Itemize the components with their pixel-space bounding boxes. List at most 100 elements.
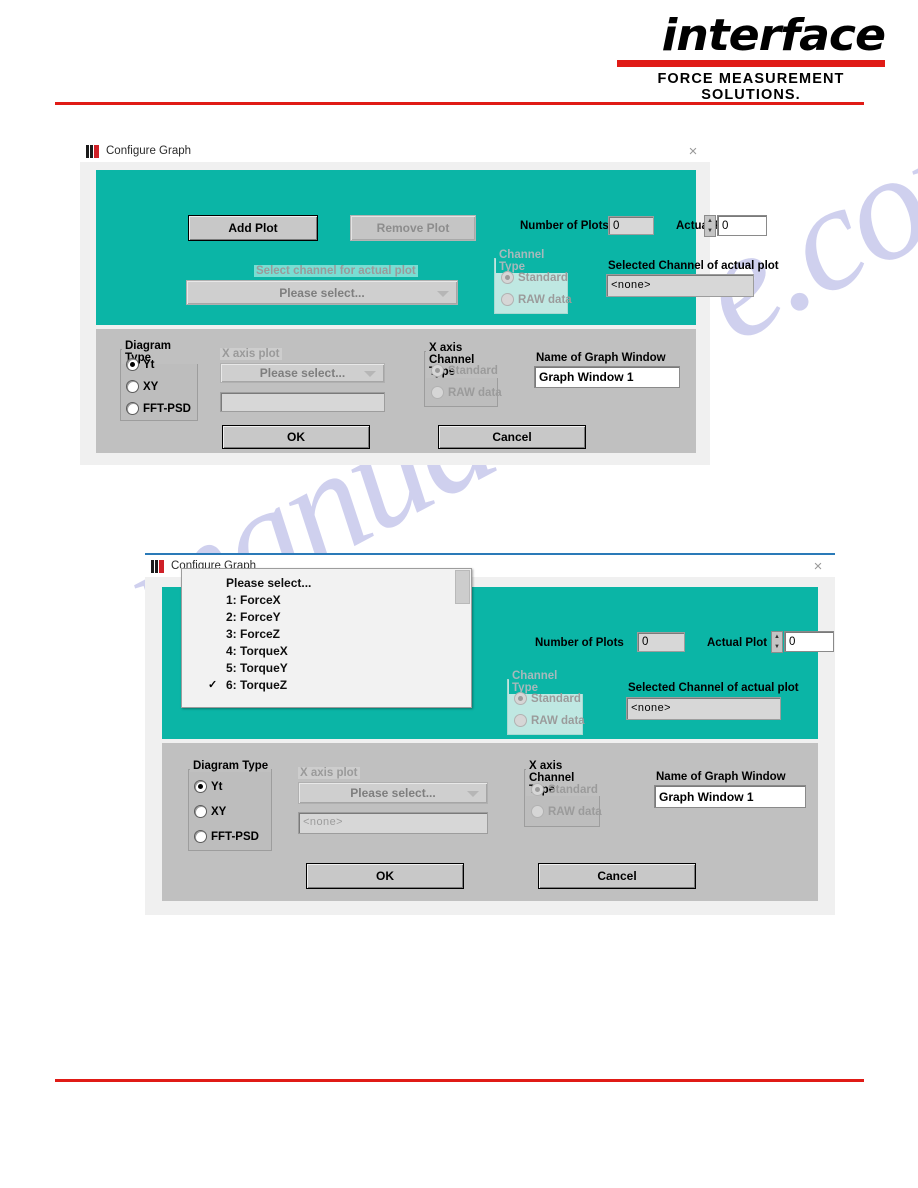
spinner-down-icon[interactable]: ▼ (772, 642, 782, 652)
selected-channel-label: Selected Channel of actual plot (628, 682, 799, 694)
channel-type-caption: Channel Type (509, 670, 583, 694)
dropdown-item[interactable]: 4: TorqueX (182, 642, 471, 659)
channel-type-standard-radio: Standard (501, 271, 568, 284)
x-axis-plot-combo: Please select... (298, 782, 488, 804)
diagram-type-fft-radio[interactable]: FFT-PSD (194, 830, 259, 843)
channel-type-standard-label: Standard (531, 692, 581, 705)
dropdown-item[interactable]: 2: ForceY (182, 608, 471, 625)
name-of-graph-window-input[interactable]: Graph Window 1 (534, 366, 680, 388)
radio-dot-icon (126, 402, 139, 415)
select-channel-combo-value: Please select... (279, 285, 365, 300)
chevron-down-icon (437, 290, 449, 297)
actual-plot-spinner[interactable]: ▲ ▼ (704, 215, 716, 237)
radio-dot-icon (431, 386, 444, 399)
remove-plot-button: Remove Plot (350, 215, 476, 241)
name-of-graph-window-label: Name of Graph Window (536, 352, 666, 364)
diagram-type-yt-radio[interactable]: Yt (126, 358, 155, 371)
diagram-type-group: Diagram Type Yt XY FFT-PSD (120, 340, 198, 421)
logo-tagline: FORCE MEASUREMENT SOLUTIONS. (657, 71, 845, 103)
footer-divider-rule (55, 1079, 864, 1082)
name-of-graph-window-label: Name of Graph Window (656, 771, 786, 783)
add-plot-button[interactable]: Add Plot (188, 215, 318, 241)
channel-type-standard-label: Standard (518, 271, 568, 284)
x-axis-channel-type-group: X axis Channel Type Standard RAW data (524, 760, 602, 827)
diagram-type-xy-label: XY (211, 805, 227, 818)
radio-dot-icon (194, 830, 207, 843)
dropdown-item[interactable]: Please select... (182, 574, 471, 591)
configure-graph-dialog-2: Configure Graph × Number of Plots 0 Actu… (145, 553, 835, 915)
check-icon: ✓ (208, 679, 218, 691)
diagram-type-fft-label: FFT-PSD (211, 830, 259, 843)
channel-type-raw-radio: RAW data (514, 714, 585, 727)
selected-channel-label: Selected Channel of actual plot (608, 260, 779, 272)
app-icon (151, 559, 164, 573)
radio-dot-icon (531, 805, 544, 818)
channel-type-raw-label: RAW data (531, 714, 585, 727)
chevron-down-icon (364, 371, 376, 377)
diagram-type-xy-radio[interactable]: XY (126, 380, 158, 393)
x-axis-plot-label: X axis plot (220, 348, 282, 360)
channel-type-raw-label: RAW data (518, 293, 572, 306)
actual-plot-value[interactable]: 0 (717, 215, 767, 236)
select-channel-label: Select channel for actual plot (254, 265, 418, 277)
dropdown-item[interactable]: 1: ForceX (182, 591, 471, 608)
diagram-type-fft-radio[interactable]: FFT-PSD (126, 402, 191, 415)
dropdown-item[interactable]: 3: ForceZ (182, 625, 471, 642)
cancel-button[interactable]: Cancel (538, 863, 696, 889)
selected-channel-value: <none> (626, 697, 781, 720)
channel-dropdown-popup[interactable]: Please select... 1: ForceX 2: ForceY 3: For… (181, 568, 472, 708)
x-axis-channel-value: <none> (298, 812, 488, 834)
radio-dot-icon (501, 271, 514, 284)
dropdown-scrollbar-thumb[interactable] (455, 570, 470, 604)
name-of-graph-window-input[interactable]: Graph Window 1 (654, 785, 806, 808)
dropdown-item-label: 3: ForceZ (226, 626, 281, 641)
spinner-up-icon[interactable]: ▲ (772, 632, 782, 642)
dropdown-item-label: 5: TorqueY (226, 660, 288, 675)
dialog1-settings-panel: Diagram Type Yt XY FFT-PSD X axis plot P… (96, 329, 696, 453)
spinner-up-icon[interactable]: ▲ (705, 216, 715, 226)
channel-type-raw-radio: RAW data (501, 293, 572, 306)
actual-plot-spinner[interactable]: ▲ ▼ (771, 631, 783, 653)
selected-channel-value: <none> (606, 274, 754, 297)
logo-red-bar (617, 60, 885, 67)
channel-type-group: Channel Type Standard RAW data (507, 670, 585, 735)
dropdown-item[interactable]: ✓ 6: TorqueZ (182, 676, 471, 693)
diagram-type-yt-radio[interactable]: Yt (194, 780, 223, 793)
close-icon[interactable]: × (676, 140, 710, 162)
dropdown-item-label: 6: TorqueZ (226, 677, 288, 692)
ok-button[interactable]: OK (306, 863, 464, 889)
dropdown-item-label: 2: ForceY (226, 609, 281, 624)
x-axis-plot-label: X axis plot (298, 767, 360, 779)
x-axis-raw-label: RAW data (548, 805, 602, 818)
channel-type-standard-radio: Standard (514, 692, 581, 705)
logo-wordmark: interface (661, 10, 886, 61)
radio-dot-icon (431, 364, 444, 377)
app-icon (86, 144, 99, 158)
channel-dropdown-list[interactable]: Please select... 1: ForceX 2: ForceY 3: For… (182, 574, 471, 693)
x-axis-channel-value (220, 392, 385, 412)
diagram-type-group: Diagram Type Yt XY FFT-PSD (188, 760, 272, 851)
number-of-plots-label: Number of Plots (520, 220, 609, 232)
actual-plot-value[interactable]: 0 (784, 631, 834, 652)
close-icon[interactable]: × (801, 555, 835, 577)
interface-logo: interface FORCE MEASUREMENT SOLUTIONS. (617, 13, 886, 103)
ok-button[interactable]: OK (222, 425, 370, 449)
header-divider-rule (55, 102, 864, 105)
spinner-down-icon[interactable]: ▼ (705, 226, 715, 236)
radio-dot-icon (194, 780, 207, 793)
cancel-button[interactable]: Cancel (438, 425, 586, 449)
diagram-type-xy-radio[interactable]: XY (194, 805, 226, 818)
chevron-down-icon (467, 791, 479, 797)
diagram-type-fft-label: FFT-PSD (143, 402, 191, 415)
diagram-type-xy-label: XY (143, 380, 159, 393)
select-channel-combo[interactable]: Please select... (186, 280, 458, 305)
dropdown-item[interactable]: 5: TorqueY (182, 659, 471, 676)
configure-graph-dialog-1: Configure Graph × Add Plot Remove Plot N… (80, 140, 779, 465)
actual-plot-label: Actual Plot (707, 637, 768, 649)
radio-dot-icon (194, 805, 207, 818)
diagram-type-yt-label: Yt (143, 358, 155, 371)
dialog1-plot-panel: Add Plot Remove Plot Number of Plots 0 A… (96, 170, 779, 325)
dialog2-settings-panel: Diagram Type Yt XY FFT-PSD X axis plot P… (162, 743, 818, 901)
x-axis-raw-label: RAW data (448, 386, 502, 399)
x-axis-channel-type-group: X axis Channel Type Standard RAW data (424, 342, 502, 407)
